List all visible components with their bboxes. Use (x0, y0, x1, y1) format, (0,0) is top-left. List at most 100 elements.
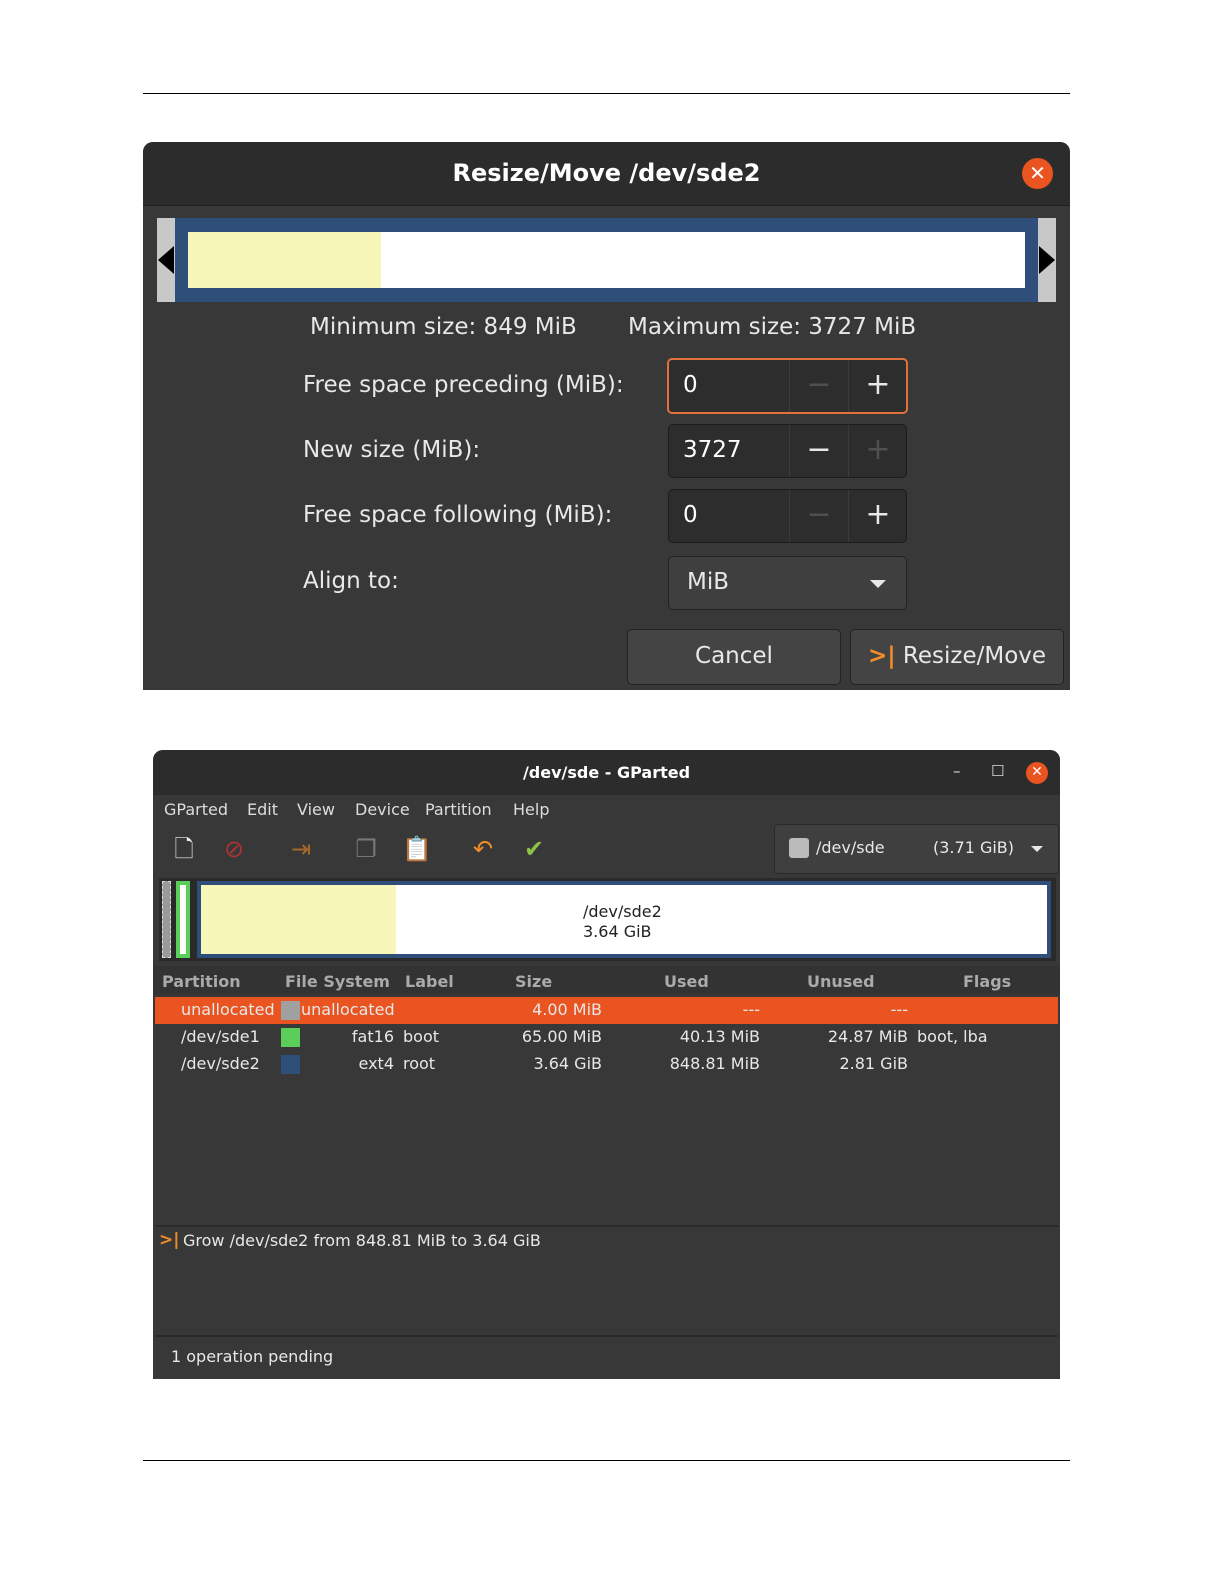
cell-used: 848.81 MiB (669, 1054, 760, 1073)
cell-size: 4.00 MiB (532, 1000, 602, 1019)
device-name: /dev/sde (816, 838, 885, 857)
free-space-preceding-label: Free space preceding (MiB): (303, 372, 624, 398)
right-handle-arrow-icon[interactable] (1039, 246, 1055, 274)
cell-label: boot (403, 1027, 440, 1046)
free-space-following-label: Free space following (MiB): (303, 502, 613, 528)
cell-partition: /dev/sde2 (181, 1054, 260, 1073)
window-titlebar: /dev/sde - GParted – ☐ ✕ (153, 750, 1060, 795)
new-size-spinner[interactable]: 3727 − + (668, 424, 907, 478)
free-space-preceding-spinner[interactable]: 0 − + (667, 358, 908, 414)
align-to-value: MiB (687, 569, 730, 595)
partition-table: unallocated unallocated 4.00 MiB --- ---… (153, 994, 1060, 1222)
maximum-size-label: Maximum size: 3727 MiB (628, 314, 917, 340)
spinner-value[interactable]: 3727 (683, 437, 742, 463)
apply-icon[interactable]: ✔ (518, 833, 550, 865)
minimum-size-label: Minimum size: 849 MiB (310, 314, 577, 340)
device-selector[interactable]: /dev/sde (3.71 GiB) (774, 824, 1059, 874)
fs-color-swatch (281, 1001, 300, 1020)
spinner-value[interactable]: 0 (683, 372, 698, 398)
cancel-button[interactable]: Cancel (627, 629, 841, 685)
free-space-following-spinner[interactable]: 0 − + (668, 489, 907, 543)
map-used-fill (201, 885, 396, 954)
column-partition[interactable]: Partition (162, 972, 241, 991)
pending-operations-list: >| Grow /dev/sde2 from 848.81 MiB to 3.6… (155, 1225, 1058, 1337)
cell-file-system: ext4 (358, 1054, 394, 1073)
menu-device[interactable]: Device (355, 800, 410, 819)
cell-size: 3.64 GiB (533, 1054, 602, 1073)
maximize-icon[interactable]: ☐ (991, 762, 1004, 780)
plus-icon[interactable]: + (848, 425, 907, 477)
map-unallocated[interactable] (162, 881, 171, 958)
menu-edit[interactable]: Edit (247, 800, 278, 819)
cell-file-system: unallocated (301, 1000, 395, 1019)
cell-partition: unallocated (181, 1000, 275, 1019)
partition-bar (188, 232, 1025, 288)
menu-gparted[interactable]: GParted (164, 800, 228, 819)
map-partition-name: /dev/sde2 (583, 902, 662, 921)
resize-move-icon: >| (159, 1230, 180, 1250)
column-used[interactable]: Used (664, 972, 709, 991)
minimize-icon[interactable]: – (953, 762, 961, 780)
plus-icon[interactable]: + (848, 360, 907, 412)
new-icon[interactable]: 🗋 (168, 833, 200, 865)
map-sde2[interactable]: /dev/sde2 3.64 GiB (197, 881, 1051, 958)
gparted-window: /dev/sde - GParted – ☐ ✕ GParted Edit Vi… (153, 750, 1060, 1379)
minus-icon[interactable]: − (789, 490, 848, 542)
cell-partition: /dev/sde1 (181, 1027, 260, 1046)
minus-icon[interactable]: − (789, 425, 848, 477)
close-icon[interactable]: ✕ (1022, 158, 1053, 189)
undo-icon[interactable]: ↶ (467, 833, 499, 865)
column-size[interactable]: Size (515, 972, 552, 991)
new-size-label: New size (MiB): (303, 437, 481, 463)
column-unused[interactable]: Unused (807, 972, 875, 991)
map-partition-size: 3.64 GiB (583, 922, 652, 941)
cell-flags: boot, lba (917, 1027, 988, 1046)
minus-icon[interactable]: − (789, 360, 848, 412)
partition-map: /dev/sde2 3.64 GiB (159, 878, 1056, 961)
cell-unused: 24.87 MiB (827, 1027, 908, 1046)
copy-icon[interactable]: ❐ (350, 833, 382, 865)
spinner-value[interactable]: 0 (683, 502, 698, 528)
window-title: /dev/sde - GParted (522, 763, 691, 782)
table-row[interactable]: /dev/sde1 fat16 boot 65.00 MiB 40.13 MiB… (155, 1024, 1058, 1051)
cell-used: --- (742, 1000, 760, 1019)
table-row[interactable]: unallocated unallocated 4.00 MiB --- --- (155, 997, 1058, 1024)
menu-view[interactable]: View (297, 800, 335, 819)
close-icon[interactable]: ✕ (1026, 762, 1048, 784)
resize-slider[interactable] (157, 218, 1056, 302)
column-label[interactable]: Label (405, 972, 454, 991)
cell-unused: --- (890, 1000, 908, 1019)
used-space-fill (188, 232, 381, 288)
resize-move-dialog: Resize/Move /dev/sde2 ✕ Minimum size: 84… (143, 142, 1070, 690)
menubar: GParted Edit View Device Partition Help (153, 795, 1060, 825)
disk-icon (789, 838, 809, 858)
column-flags[interactable]: Flags (963, 972, 1011, 991)
dropdown-arrow-icon (1031, 846, 1043, 852)
partition-frame[interactable] (175, 218, 1038, 302)
menu-partition[interactable]: Partition (425, 800, 492, 819)
map-sde1[interactable] (176, 881, 190, 958)
page-footer-rule (143, 1460, 1070, 1461)
pending-operation-item[interactable]: Grow /dev/sde2 from 848.81 MiB to 3.64 G… (183, 1231, 541, 1250)
column-file-system[interactable]: File System (285, 972, 390, 991)
plus-icon[interactable]: + (848, 490, 907, 542)
resize-move-icon[interactable]: ⇥ (285, 833, 317, 865)
fs-color-swatch (281, 1055, 300, 1074)
resize-move-button-label: Resize/Move (902, 643, 1047, 669)
page-header-rule (143, 93, 1070, 94)
align-to-select[interactable]: MiB (668, 556, 907, 610)
map-sde2-label: /dev/sde2 3.64 GiB (583, 902, 662, 942)
menu-help[interactable]: Help (513, 800, 549, 819)
table-header: Partition File System Label Size Used Un… (153, 966, 1060, 994)
left-handle-arrow-icon[interactable] (158, 246, 174, 274)
align-to-label: Align to: (303, 568, 399, 594)
resize-move-icon: >| (867, 643, 896, 669)
delete-icon[interactable]: ⊘ (218, 833, 250, 865)
dialog-titlebar: Resize/Move /dev/sde2 ✕ (143, 142, 1070, 206)
dialog-title: Resize/Move /dev/sde2 (452, 159, 761, 187)
paste-icon[interactable]: 📋 (401, 833, 433, 865)
status-bar: 1 operation pending (171, 1347, 334, 1366)
table-row[interactable]: /dev/sde2 ext4 root 3.64 GiB 848.81 MiB … (155, 1051, 1058, 1078)
cell-file-system: fat16 (351, 1027, 394, 1046)
resize-move-button[interactable]: >| Resize/Move (850, 629, 1064, 685)
